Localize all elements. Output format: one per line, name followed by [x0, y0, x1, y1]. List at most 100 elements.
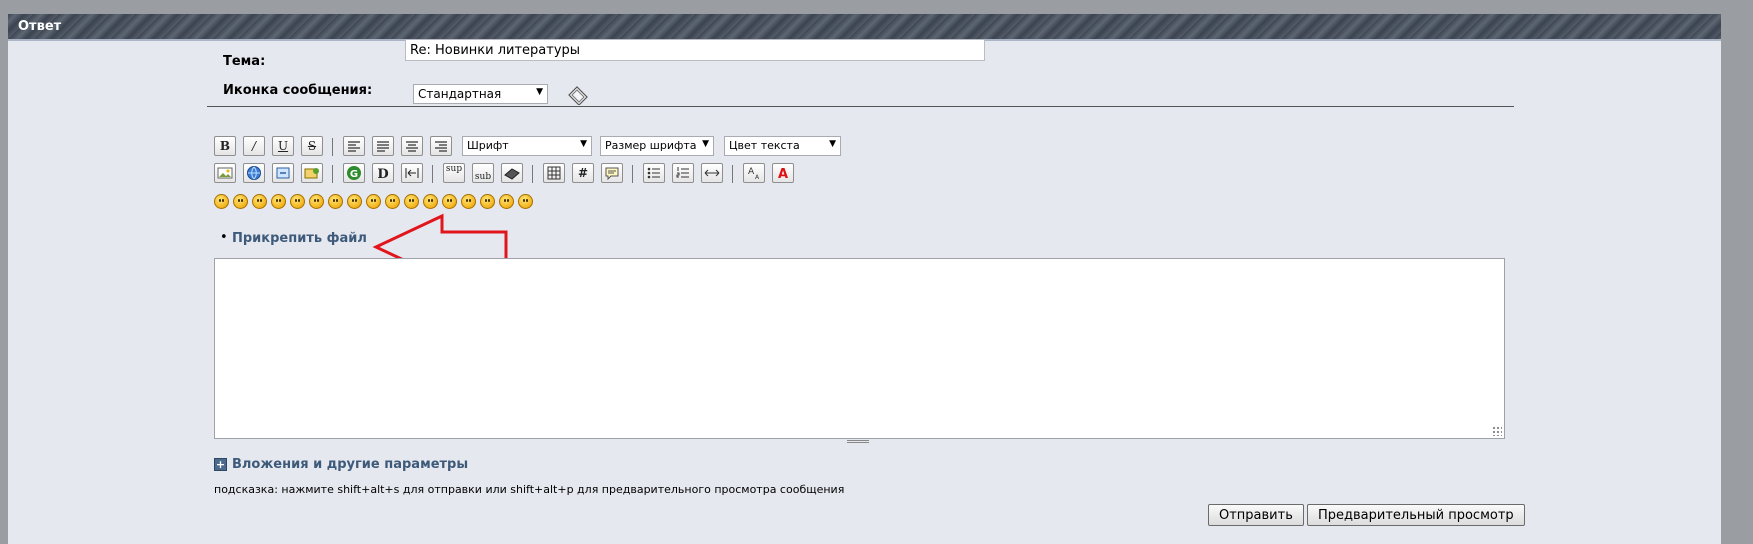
size-select-value: Размер шрифта — [605, 139, 697, 152]
font-select-value: Шрифт — [467, 139, 509, 152]
align-center-button[interactable] — [401, 136, 423, 156]
resize-grip-icon[interactable] — [1492, 426, 1502, 436]
attachments-options-link[interactable]: Вложения и другие параметры — [232, 457, 468, 472]
svg-text:A: A — [748, 167, 755, 177]
smiley-icon[interactable] — [442, 194, 457, 209]
insert-image-button[interactable] — [214, 163, 236, 183]
insert-link-button[interactable] — [243, 163, 265, 183]
youtube-button[interactable]: D — [372, 163, 394, 183]
toolbar-separator — [532, 165, 533, 183]
smiley-icon[interactable] — [347, 194, 362, 209]
bulleted-list-button[interactable] — [643, 163, 665, 183]
align-center-left-button[interactable] — [372, 136, 394, 156]
font-select[interactable]: Шрифт ▼ — [462, 136, 592, 156]
color-select[interactable]: Цвет текста ▼ — [724, 136, 841, 156]
align-right-button[interactable] — [430, 136, 452, 156]
smiley-icon[interactable] — [480, 194, 495, 209]
horizontal-rule-button[interactable] — [701, 163, 723, 183]
smiley-icon[interactable] — [252, 194, 267, 209]
expand-plus-icon[interactable]: + — [214, 458, 227, 471]
indent-button[interactable] — [401, 163, 423, 183]
chevron-down-icon: ▼ — [536, 87, 543, 97]
panel-title: Ответ — [18, 19, 62, 34]
sup-label: sup — [445, 164, 463, 174]
attach-file-link[interactable]: Прикрепить файл — [232, 231, 367, 246]
smiley-icon[interactable] — [214, 194, 229, 209]
smiley-icon[interactable] — [385, 194, 400, 209]
smiley-icon[interactable] — [271, 194, 286, 209]
smiley-icon[interactable] — [366, 194, 381, 209]
svg-text:A: A — [778, 167, 788, 181]
color-select-value: Цвет текста — [729, 139, 800, 152]
align-center-icon — [406, 141, 418, 152]
table-button[interactable] — [543, 163, 565, 183]
italic-button[interactable]: / — [243, 136, 265, 156]
keyboard-icon — [504, 168, 520, 180]
toolbar-separator — [632, 165, 633, 183]
email-icon — [304, 168, 319, 179]
superscript-button[interactable]: sup — [443, 163, 465, 183]
hash-button[interactable]: # — [572, 163, 594, 183]
code-button[interactable] — [501, 163, 523, 183]
text-color-button[interactable]: A — [772, 163, 794, 183]
table-icon — [547, 166, 561, 180]
bullet-icon: • — [220, 230, 228, 245]
quote-icon — [605, 167, 619, 180]
arrows-horizontal-icon — [704, 169, 720, 177]
subject-input[interactable] — [405, 39, 985, 61]
quote-button[interactable] — [601, 163, 623, 183]
smiley-icon[interactable] — [233, 194, 248, 209]
numbered-list-button[interactable] — [672, 163, 694, 183]
smiley-icon[interactable] — [499, 194, 514, 209]
smiley-icon[interactable] — [461, 194, 476, 209]
align-left-button[interactable] — [343, 136, 365, 156]
video-icon: D — [377, 167, 388, 181]
submit-button[interactable]: Отправить — [1208, 504, 1304, 526]
smiley-icon[interactable] — [309, 194, 324, 209]
message-editor[interactable] — [214, 258, 1505, 439]
svg-text:A: A — [755, 174, 760, 181]
insert-email-button[interactable] — [301, 163, 323, 183]
svg-text:D: D — [377, 167, 388, 181]
image-icon — [217, 167, 233, 179]
smiley-icon[interactable] — [404, 194, 419, 209]
unlink-icon — [276, 167, 290, 179]
strikethrough-button[interactable]: S — [301, 136, 323, 156]
font-size-button[interactable]: AA — [743, 163, 765, 183]
panel-header: Ответ — [8, 14, 1721, 41]
globe-link-icon — [247, 166, 261, 180]
icon-label: Иконка сообщения: — [223, 83, 373, 98]
icon-select[interactable]: Стандартная ▼ — [413, 84, 548, 104]
bold-button[interactable]: B — [214, 136, 236, 156]
bulleted-list-icon — [647, 167, 660, 179]
subject-label: Тема: — [223, 54, 266, 69]
unlink-button[interactable] — [272, 163, 294, 183]
google-button[interactable]: G — [343, 163, 365, 183]
smiley-icon[interactable] — [290, 194, 305, 209]
editor-resize-bar[interactable] — [214, 439, 1505, 445]
size-select[interactable]: Размер шрифта ▼ — [600, 136, 714, 156]
toolbar-separator — [732, 165, 733, 183]
svg-text:G: G — [350, 169, 358, 180]
chevron-down-icon: ▼ — [580, 139, 587, 149]
divider — [207, 106, 1514, 107]
subscript-button[interactable]: sub — [472, 163, 494, 183]
smiley-icon[interactable] — [328, 194, 343, 209]
indent-icon — [405, 168, 419, 178]
sub-label: sub — [474, 172, 492, 182]
numbered-list-icon — [676, 167, 689, 178]
smiley-icon[interactable] — [423, 194, 438, 209]
chevron-down-icon: ▼ — [702, 139, 709, 149]
underline-button[interactable]: U — [272, 136, 294, 156]
icon-select-value: Стандартная — [418, 87, 502, 101]
align-right-icon — [435, 141, 447, 152]
toolbar-separator — [332, 138, 333, 156]
resize-handle-icon[interactable] — [847, 440, 869, 443]
align-justify-icon — [377, 141, 389, 152]
font-size-icon: AA — [748, 167, 760, 181]
keyboard-hint: подсказка: нажмите shift+alt+s для отпра… — [214, 483, 845, 496]
toolbar-separator — [432, 165, 433, 183]
smiley-icon[interactable] — [518, 194, 533, 209]
preview-button[interactable]: Предварительный просмотр — [1307, 504, 1525, 526]
chevron-down-icon: ▼ — [829, 139, 836, 149]
